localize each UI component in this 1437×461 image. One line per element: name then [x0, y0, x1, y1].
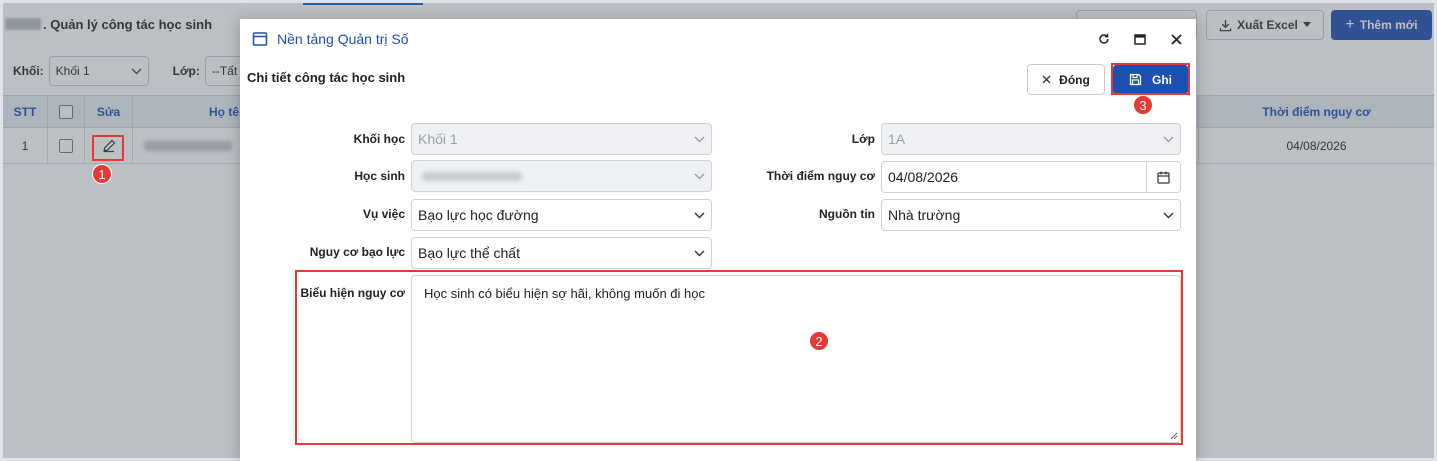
- violence-risk-select[interactable]: Bạo lực thể chất: [411, 237, 712, 269]
- risk-time-label: Thời điểm nguy cơ: [766, 169, 875, 183]
- student-label: Học sinh: [354, 169, 405, 183]
- step-marker-3: 3: [1133, 95, 1153, 115]
- blurred-student-name: [422, 171, 522, 181]
- chevron-down-icon: [1163, 136, 1174, 143]
- chevron-down-icon: [694, 250, 705, 257]
- source-value: Nhà trường: [888, 207, 961, 223]
- sign-label: Biểu hiện nguy cơ: [300, 286, 405, 300]
- incident-value: Bạo lực học đường: [418, 207, 539, 223]
- close-button-label: Đóng: [1059, 72, 1090, 87]
- student-select: [411, 160, 712, 192]
- calendar-icon[interactable]: [1146, 162, 1180, 192]
- close-window-icon[interactable]: [1168, 31, 1184, 47]
- window-icon: [252, 32, 268, 46]
- save-button[interactable]: Ghi: [1113, 65, 1188, 94]
- step-marker-2: 2: [809, 331, 829, 351]
- risk-time-input[interactable]: 04/08/2026: [881, 161, 1181, 193]
- grade-label: Khối học: [353, 132, 405, 146]
- save-button-label: Ghi: [1152, 72, 1172, 87]
- incident-label: Vụ việc: [362, 207, 405, 221]
- save-icon: [1129, 73, 1142, 86]
- refresh-icon[interactable]: [1096, 31, 1112, 47]
- dialog-window-title: Nền tảng Quản trị Số: [277, 31, 409, 47]
- chevron-down-icon: [694, 173, 705, 180]
- violence-risk-value: Bạo lực thể chất: [418, 245, 520, 261]
- chevron-down-icon: [1163, 212, 1174, 219]
- detail-dialog: Nền tảng Quản trị Số Chi tiết công tác h…: [240, 19, 1196, 461]
- dialog-subtitle: Chi tiết công tác học sinh: [247, 69, 406, 85]
- risk-time-value: 04/08/2026: [888, 169, 959, 185]
- violence-risk-label: Nguy cơ bạo lực: [309, 245, 405, 259]
- source-select[interactable]: Nhà trường: [881, 199, 1181, 231]
- source-label: Nguồn tin: [819, 207, 875, 221]
- incident-select[interactable]: Bạo lực học đường: [411, 199, 712, 231]
- grade-value: Khối 1: [418, 131, 458, 147]
- dialog-subheader: Chi tiết công tác học sinh Đóng Ghi: [240, 59, 1196, 95]
- dialog-titlebar: Nền tảng Quản trị Số: [240, 19, 1196, 59]
- class-label: Lớp: [851, 132, 875, 146]
- grade-select: Khối 1: [411, 123, 712, 155]
- maximize-icon[interactable]: [1132, 31, 1148, 47]
- close-icon: [1042, 75, 1051, 84]
- chevron-down-icon: [694, 136, 705, 143]
- class-value: 1A: [888, 131, 906, 147]
- resize-handle-icon[interactable]: [1170, 432, 1178, 440]
- chevron-down-icon: [694, 212, 705, 219]
- sign-value: Học sinh có biểu hiện sợ hãi, không muốn…: [424, 286, 705, 301]
- window-controls: [1096, 31, 1184, 47]
- class-select: 1A: [881, 123, 1181, 155]
- sign-textarea[interactable]: Học sinh có biểu hiện sợ hãi, không muốn…: [411, 275, 1181, 443]
- close-button[interactable]: Đóng: [1027, 64, 1105, 95]
- step-marker-1: 1: [92, 164, 112, 184]
